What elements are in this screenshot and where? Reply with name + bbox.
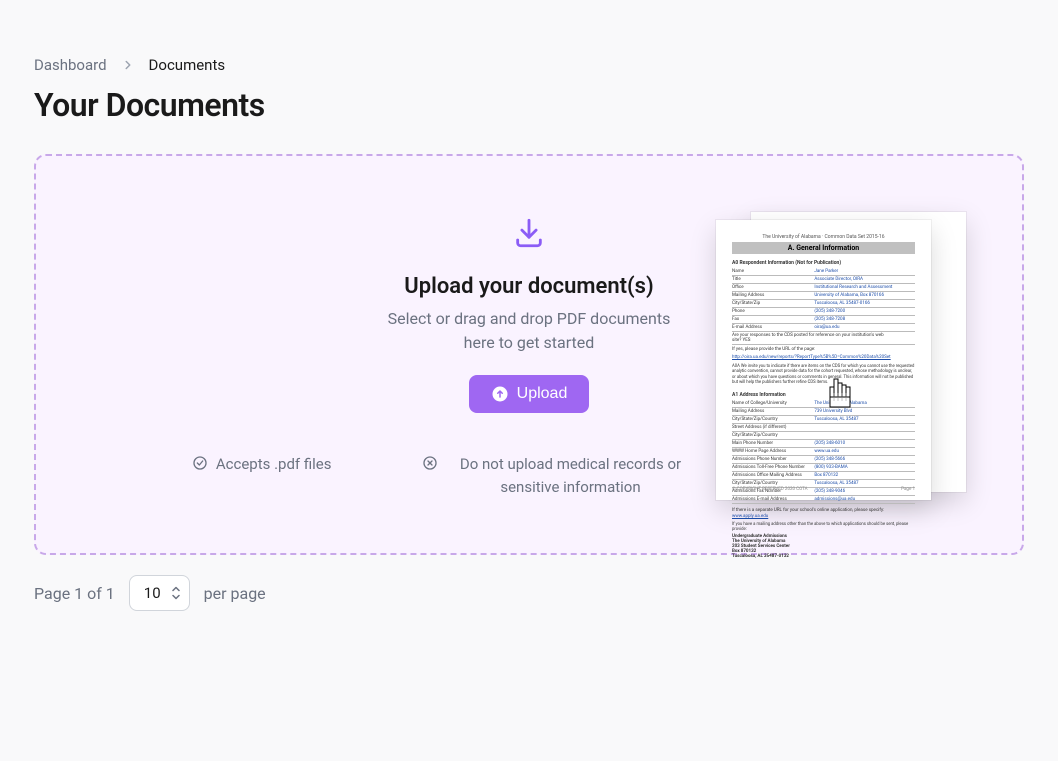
x-circle-icon [422,455,438,478]
info-warning: Do not upload medical records or sensiti… [422,453,696,498]
breadcrumb-documents: Documents [149,56,226,74]
pagination: Page 1 of 1 10 per page [34,575,1024,611]
chevron-right-icon [121,58,135,72]
info-accepts: Accepts .pdf files [192,453,332,478]
upload-button-label: Upload [517,385,568,403]
pagination-text: Page 1 of 1 [34,584,115,603]
page-title: Your Documents [34,86,1024,124]
dragged-document-preview: The University of Alabama · Common Data … [716,212,966,497]
doc-page-front: The University of Alabama · Common Data … [716,220,931,500]
upload-circle-icon [491,385,509,403]
upload-button[interactable]: Upload [469,375,590,413]
select-arrows-icon [171,587,181,600]
per-page-label: per page [204,584,266,603]
breadcrumb: Dashboard Documents [34,56,1024,74]
upload-heading: Upload your document(s) [404,274,653,299]
breadcrumb-dashboard-link[interactable]: Dashboard [34,56,107,74]
download-icon [512,216,546,254]
check-circle-icon [192,455,208,478]
per-page-select[interactable]: 10 [129,575,190,611]
upload-subtitle: Select or drag and drop PDF documents he… [388,307,671,355]
upload-dropzone[interactable]: Upload your document(s) Select or drag a… [34,154,1024,555]
